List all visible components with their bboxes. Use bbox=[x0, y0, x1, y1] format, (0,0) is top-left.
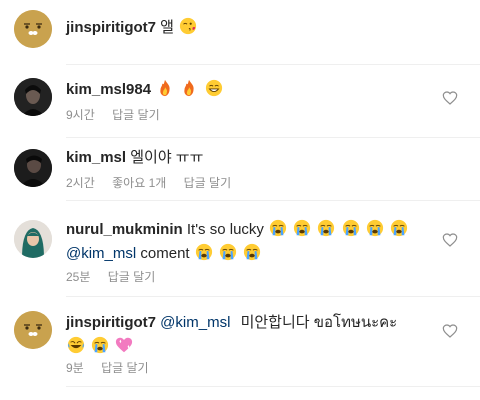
comment-body: kim_msl 엘이야 ㅠㅠ bbox=[66, 146, 430, 170]
comment-username[interactable]: nurul_mukminin bbox=[66, 221, 183, 238]
comment-2: kim_msl984 9시간 답글 달기 bbox=[0, 70, 480, 132]
comment-text: It's so lucky bbox=[186, 221, 264, 238]
comment-meta: 2시간 좋아요 1개 답글 달기 bbox=[66, 174, 245, 191]
comment-username[interactable]: kim_msl bbox=[66, 149, 126, 166]
comment-line-1: nurul_mukminin It's so lucky bbox=[66, 218, 430, 242]
comment-username[interactable]: kim_msl984 bbox=[66, 81, 151, 98]
likes-count[interactable]: 좋아요 1개 bbox=[112, 176, 166, 190]
crying-emoji-icon bbox=[269, 219, 287, 237]
comment-body: jinspiritigot7 앨 bbox=[66, 16, 430, 40]
avatar-jinspiritigot7[interactable] bbox=[14, 10, 52, 48]
comment-meta: 25분 답글 달기 bbox=[66, 268, 169, 285]
comment-3: kim_msl 엘이야 ㅠㅠ 2시간 좋아요 1개 답글 달기 bbox=[0, 140, 480, 200]
comment-1: jinspiritigot7 앨 bbox=[0, 0, 480, 60]
comment-timestamp: 2시간 bbox=[66, 176, 95, 190]
comment-line-1: jinspiritigot7 @kim_msl 미안합니다 ขอโทษนะคะ bbox=[66, 311, 430, 335]
comment-4: nurul_mukminin It's so lucky @kim_msl co… bbox=[0, 210, 480, 290]
comment-line-2: @kim_msl coment bbox=[66, 242, 430, 266]
comment-username[interactable]: jinspiritigot7 bbox=[66, 314, 156, 331]
divider bbox=[66, 386, 480, 387]
divider bbox=[66, 200, 480, 201]
comment-text: 앨 bbox=[160, 19, 174, 36]
avatar-kim_msl[interactable] bbox=[14, 149, 52, 187]
reply-button[interactable]: 답글 달기 bbox=[184, 176, 232, 190]
comment-body: kim_msl984 bbox=[66, 78, 430, 102]
fire-emoji-icon bbox=[184, 79, 195, 97]
reply-button[interactable]: 답글 달기 bbox=[112, 108, 160, 122]
reply-button[interactable]: 답글 달기 bbox=[101, 361, 149, 375]
comment-timestamp: 9시간 bbox=[66, 108, 95, 122]
crying-emoji-icon bbox=[244, 243, 261, 261]
comment-body: jinspiritigot7 @kim_msl 미안합니다 ขอโทษนะคะ bbox=[66, 311, 430, 359]
fire-emoji-icon bbox=[160, 79, 170, 97]
crying-emoji-icon bbox=[294, 219, 311, 237]
crying-emoji-icon bbox=[318, 219, 335, 237]
comment-text: coment bbox=[140, 245, 190, 262]
crying-emoji-icon bbox=[342, 219, 359, 237]
crying-emoji-icon bbox=[219, 243, 237, 261]
comment-line-2 bbox=[66, 335, 430, 359]
crying-emoji-icon bbox=[366, 219, 383, 237]
sparkling-heart-emoji-icon bbox=[116, 337, 133, 353]
comment-meta: 9시간 답글 달기 bbox=[66, 106, 174, 123]
crying-emoji-icon bbox=[390, 219, 408, 237]
comment-timestamp: 25분 bbox=[66, 270, 91, 284]
divider bbox=[66, 296, 480, 297]
comment-meta: 9분 답글 달기 bbox=[66, 359, 163, 376]
reply-button[interactable]: 답글 달기 bbox=[108, 270, 156, 284]
comment-body: nurul_mukminin It's so lucky @kim_msl co… bbox=[66, 218, 430, 266]
avatar-jinspiritigot7[interactable] bbox=[14, 311, 52, 349]
grin-emoji-icon bbox=[205, 79, 222, 97]
comment-text: 미안합니다 ขอโทษนะคะ bbox=[240, 314, 398, 331]
comment-timestamp: 9분 bbox=[66, 361, 84, 375]
divider bbox=[66, 64, 480, 65]
comment-username[interactable]: jinspiritigot7 bbox=[66, 19, 156, 36]
mention-link[interactable]: @kim_msl bbox=[66, 245, 136, 262]
tears-of-joy-emoji-icon bbox=[67, 336, 85, 354]
mention-link[interactable]: @kim_msl bbox=[160, 314, 230, 331]
comment-text: 엘이야 ㅠㅠ bbox=[130, 149, 204, 166]
avatar-kim_msl984[interactable] bbox=[14, 78, 52, 116]
comment-5: jinspiritigot7 @kim_msl 미안합니다 ขอโทษนะคะ … bbox=[0, 303, 480, 393]
crying-emoji-icon bbox=[195, 243, 212, 261]
like-heart-icon[interactable] bbox=[442, 232, 458, 248]
avatar-nurul_mukminin[interactable] bbox=[14, 220, 52, 258]
divider bbox=[66, 137, 480, 138]
crying-emoji-icon bbox=[92, 336, 109, 354]
like-heart-icon[interactable] bbox=[442, 323, 458, 339]
like-heart-icon[interactable] bbox=[442, 90, 458, 106]
kiss-wink-emoji-icon bbox=[180, 17, 197, 35]
